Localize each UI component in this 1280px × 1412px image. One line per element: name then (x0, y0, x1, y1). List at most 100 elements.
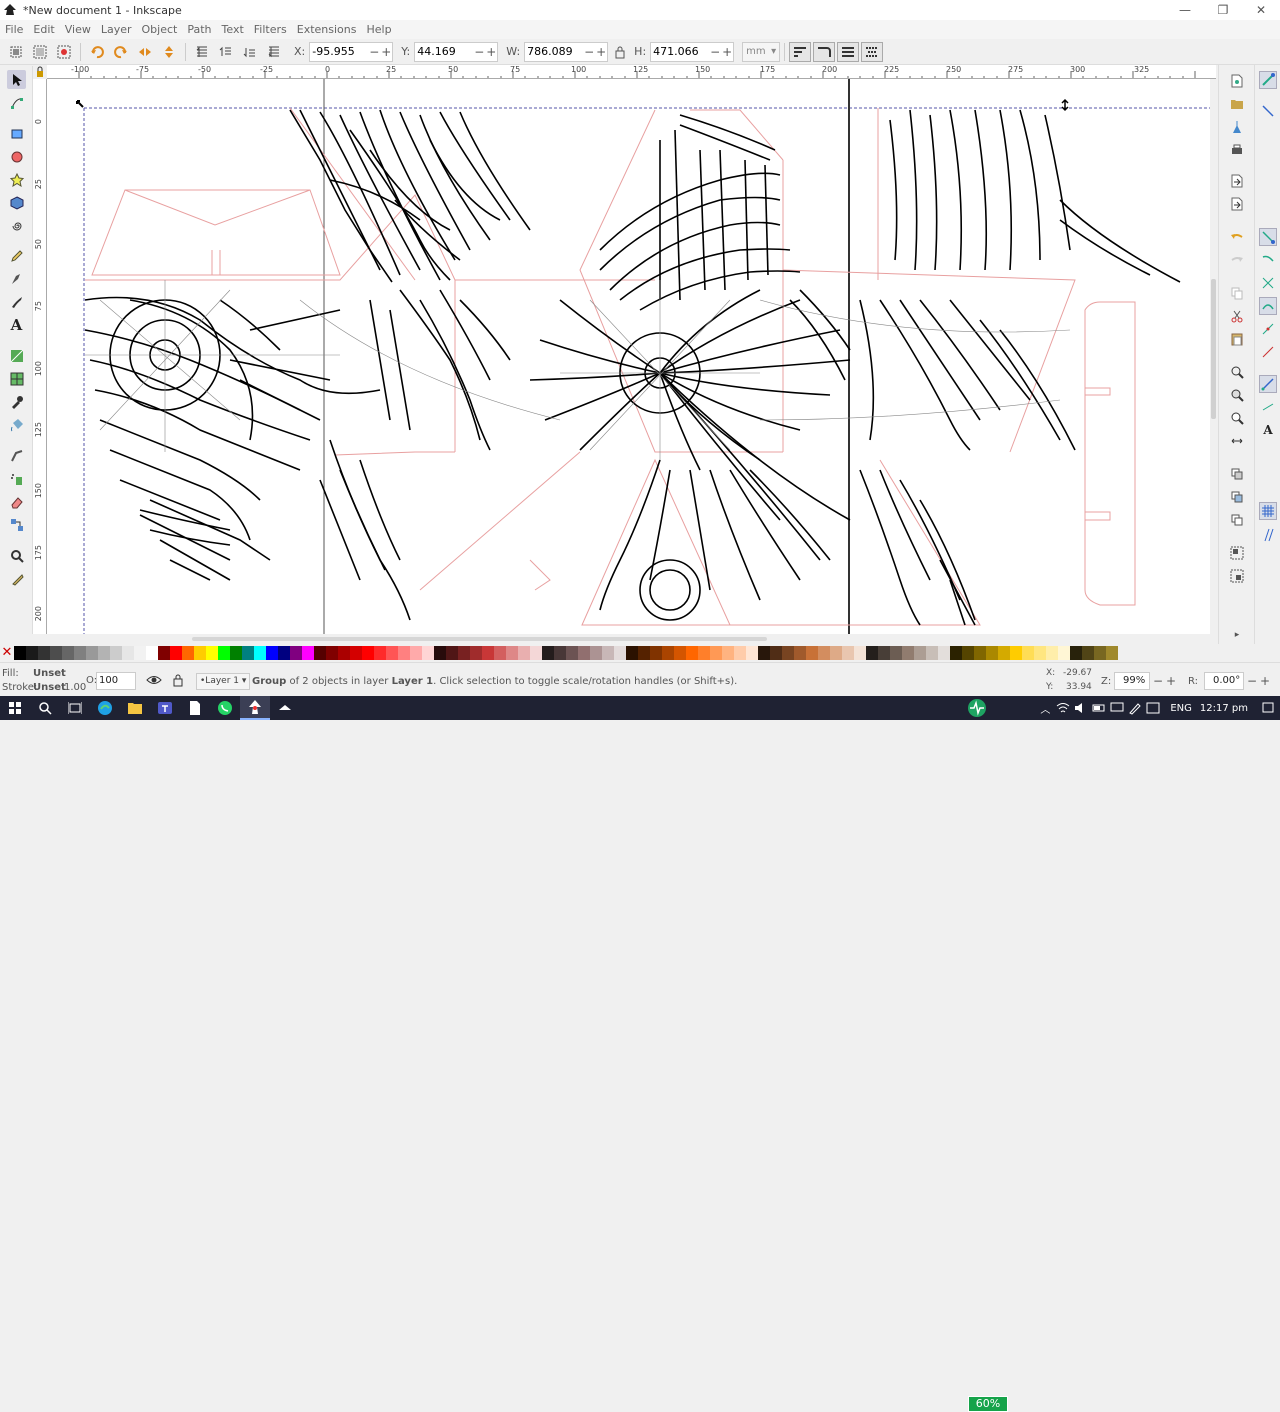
color-swatch[interactable] (554, 646, 566, 660)
snap-midpoints-icon[interactable] (1259, 320, 1277, 338)
color-swatch[interactable] (194, 646, 206, 660)
snap-object-rotation-icon[interactable] (1259, 398, 1277, 416)
menu-layer[interactable]: Layer (96, 23, 137, 36)
color-swatch[interactable] (1010, 646, 1022, 660)
scroll-thumb[interactable] (1211, 279, 1216, 419)
fill-value[interactable]: Unset (33, 668, 66, 679)
network-activity-icon[interactable] (962, 696, 992, 720)
lock-guides-icon[interactable] (33, 65, 47, 79)
menu-extensions[interactable]: Extensions (292, 23, 362, 36)
color-swatch[interactable] (374, 646, 386, 660)
unlink-clone-icon[interactable] (1229, 512, 1245, 528)
stroke-width[interactable]: 1.00 (64, 682, 86, 693)
rectangle-tool-icon[interactable] (7, 124, 26, 143)
color-swatch[interactable] (566, 646, 578, 660)
snap-paths-icon[interactable] (1259, 251, 1277, 269)
file-explorer-icon[interactable] (120, 696, 150, 720)
color-swatch[interactable] (974, 646, 986, 660)
text-tool-icon[interactable]: A (7, 315, 26, 334)
color-swatch[interactable] (542, 646, 554, 660)
color-swatch[interactable] (14, 646, 26, 660)
color-swatch[interactable] (602, 646, 614, 660)
stroke-value[interactable]: Unset (33, 682, 66, 693)
color-swatch[interactable] (1046, 646, 1058, 660)
color-swatch[interactable] (50, 646, 62, 660)
measure-tool-icon[interactable] (7, 569, 26, 588)
color-swatch[interactable] (74, 646, 86, 660)
gradient-tool-icon[interactable] (7, 346, 26, 365)
color-swatch[interactable] (230, 646, 242, 660)
vertical-ruler[interactable]: 0 25 50 75 100 125 150 175 200 (33, 79, 47, 634)
maximize-button[interactable]: ❐ (1204, 0, 1242, 20)
snap-centers-icon[interactable] (1259, 343, 1277, 361)
w-spinbox[interactable]: − + (524, 41, 609, 62)
color-swatch[interactable] (434, 646, 446, 660)
rotate-cw-icon[interactable] (111, 42, 131, 62)
x-increment[interactable]: + (380, 45, 392, 59)
snap-text-baseline-icon[interactable]: A (1259, 421, 1277, 439)
redo-icon[interactable] (1229, 252, 1245, 268)
color-swatch[interactable] (638, 646, 650, 660)
rotate-decrement[interactable]: − (1247, 674, 1257, 688)
color-swatch[interactable] (338, 646, 350, 660)
undo-icon[interactable] (1229, 229, 1245, 245)
color-swatch[interactable] (110, 646, 122, 660)
edge-browser-icon[interactable] (90, 696, 120, 720)
rotate-increment[interactable]: + (1260, 674, 1270, 688)
spiral-tool-icon[interactable] (7, 216, 26, 235)
h-increment[interactable]: + (721, 45, 733, 59)
h-input[interactable] (651, 42, 710, 61)
color-swatch[interactable] (662, 646, 674, 660)
inkscape-taskbar-icon[interactable] (240, 696, 270, 720)
color-swatch[interactable] (950, 646, 962, 660)
color-swatch[interactable] (986, 646, 998, 660)
unit-select[interactable]: mm ▾ (742, 41, 781, 62)
horizontal-scrollbar[interactable] (47, 634, 1210, 644)
deselect-icon[interactable] (54, 42, 74, 62)
color-swatch[interactable] (398, 646, 410, 660)
color-swatch[interactable] (818, 646, 830, 660)
dropper-tool-icon[interactable] (7, 392, 26, 411)
color-swatch[interactable] (758, 646, 770, 660)
mesh-tool-icon[interactable] (7, 369, 26, 388)
open-icon[interactable] (1229, 96, 1245, 112)
connector-tool-icon[interactable] (7, 515, 26, 534)
color-swatch[interactable] (122, 646, 134, 660)
color-swatch[interactable] (866, 646, 878, 660)
whatsapp-icon[interactable] (210, 696, 240, 720)
import-icon[interactable] (1229, 173, 1245, 189)
close-button[interactable]: ✕ (1242, 0, 1280, 20)
tweak-tool-icon[interactable] (7, 446, 26, 465)
pen-tool-icon[interactable] (7, 269, 26, 288)
color-swatch[interactable] (854, 646, 866, 660)
battery-indicator[interactable]: 60% (968, 1396, 1008, 1412)
color-swatch[interactable] (614, 646, 626, 660)
opacity-input[interactable]: 100 (96, 672, 136, 690)
y-increment[interactable]: + (485, 45, 497, 59)
color-swatch[interactable] (806, 646, 818, 660)
menu-help[interactable]: Help (361, 23, 396, 36)
color-swatch[interactable] (446, 646, 458, 660)
rotate-ccw-icon[interactable] (87, 42, 107, 62)
color-swatch[interactable] (362, 646, 374, 660)
vertical-scrollbar[interactable] (1210, 79, 1218, 634)
snap-intersection-icon[interactable] (1259, 274, 1277, 292)
rotate-input[interactable]: 0.00° (1204, 672, 1244, 690)
color-swatch[interactable] (482, 646, 494, 660)
snap-toggle-icon[interactable] (1259, 71, 1277, 89)
paint-bucket-tool-icon[interactable] (7, 415, 26, 434)
color-swatch[interactable] (26, 646, 38, 660)
color-swatch[interactable] (182, 646, 194, 660)
color-swatch[interactable] (830, 646, 842, 660)
paste-icon[interactable] (1229, 331, 1245, 347)
snap-guides-icon[interactable] (1259, 526, 1277, 544)
ellipse-tool-icon[interactable] (7, 147, 26, 166)
color-swatch[interactable] (458, 646, 470, 660)
drawing-canvas[interactable] (47, 79, 1210, 634)
color-swatch[interactable] (890, 646, 902, 660)
notepad-icon[interactable] (180, 696, 210, 720)
flip-horizontal-icon[interactable] (135, 42, 155, 62)
w-increment[interactable]: + (595, 45, 607, 59)
color-swatch[interactable] (326, 646, 338, 660)
color-swatch[interactable] (1094, 646, 1106, 660)
